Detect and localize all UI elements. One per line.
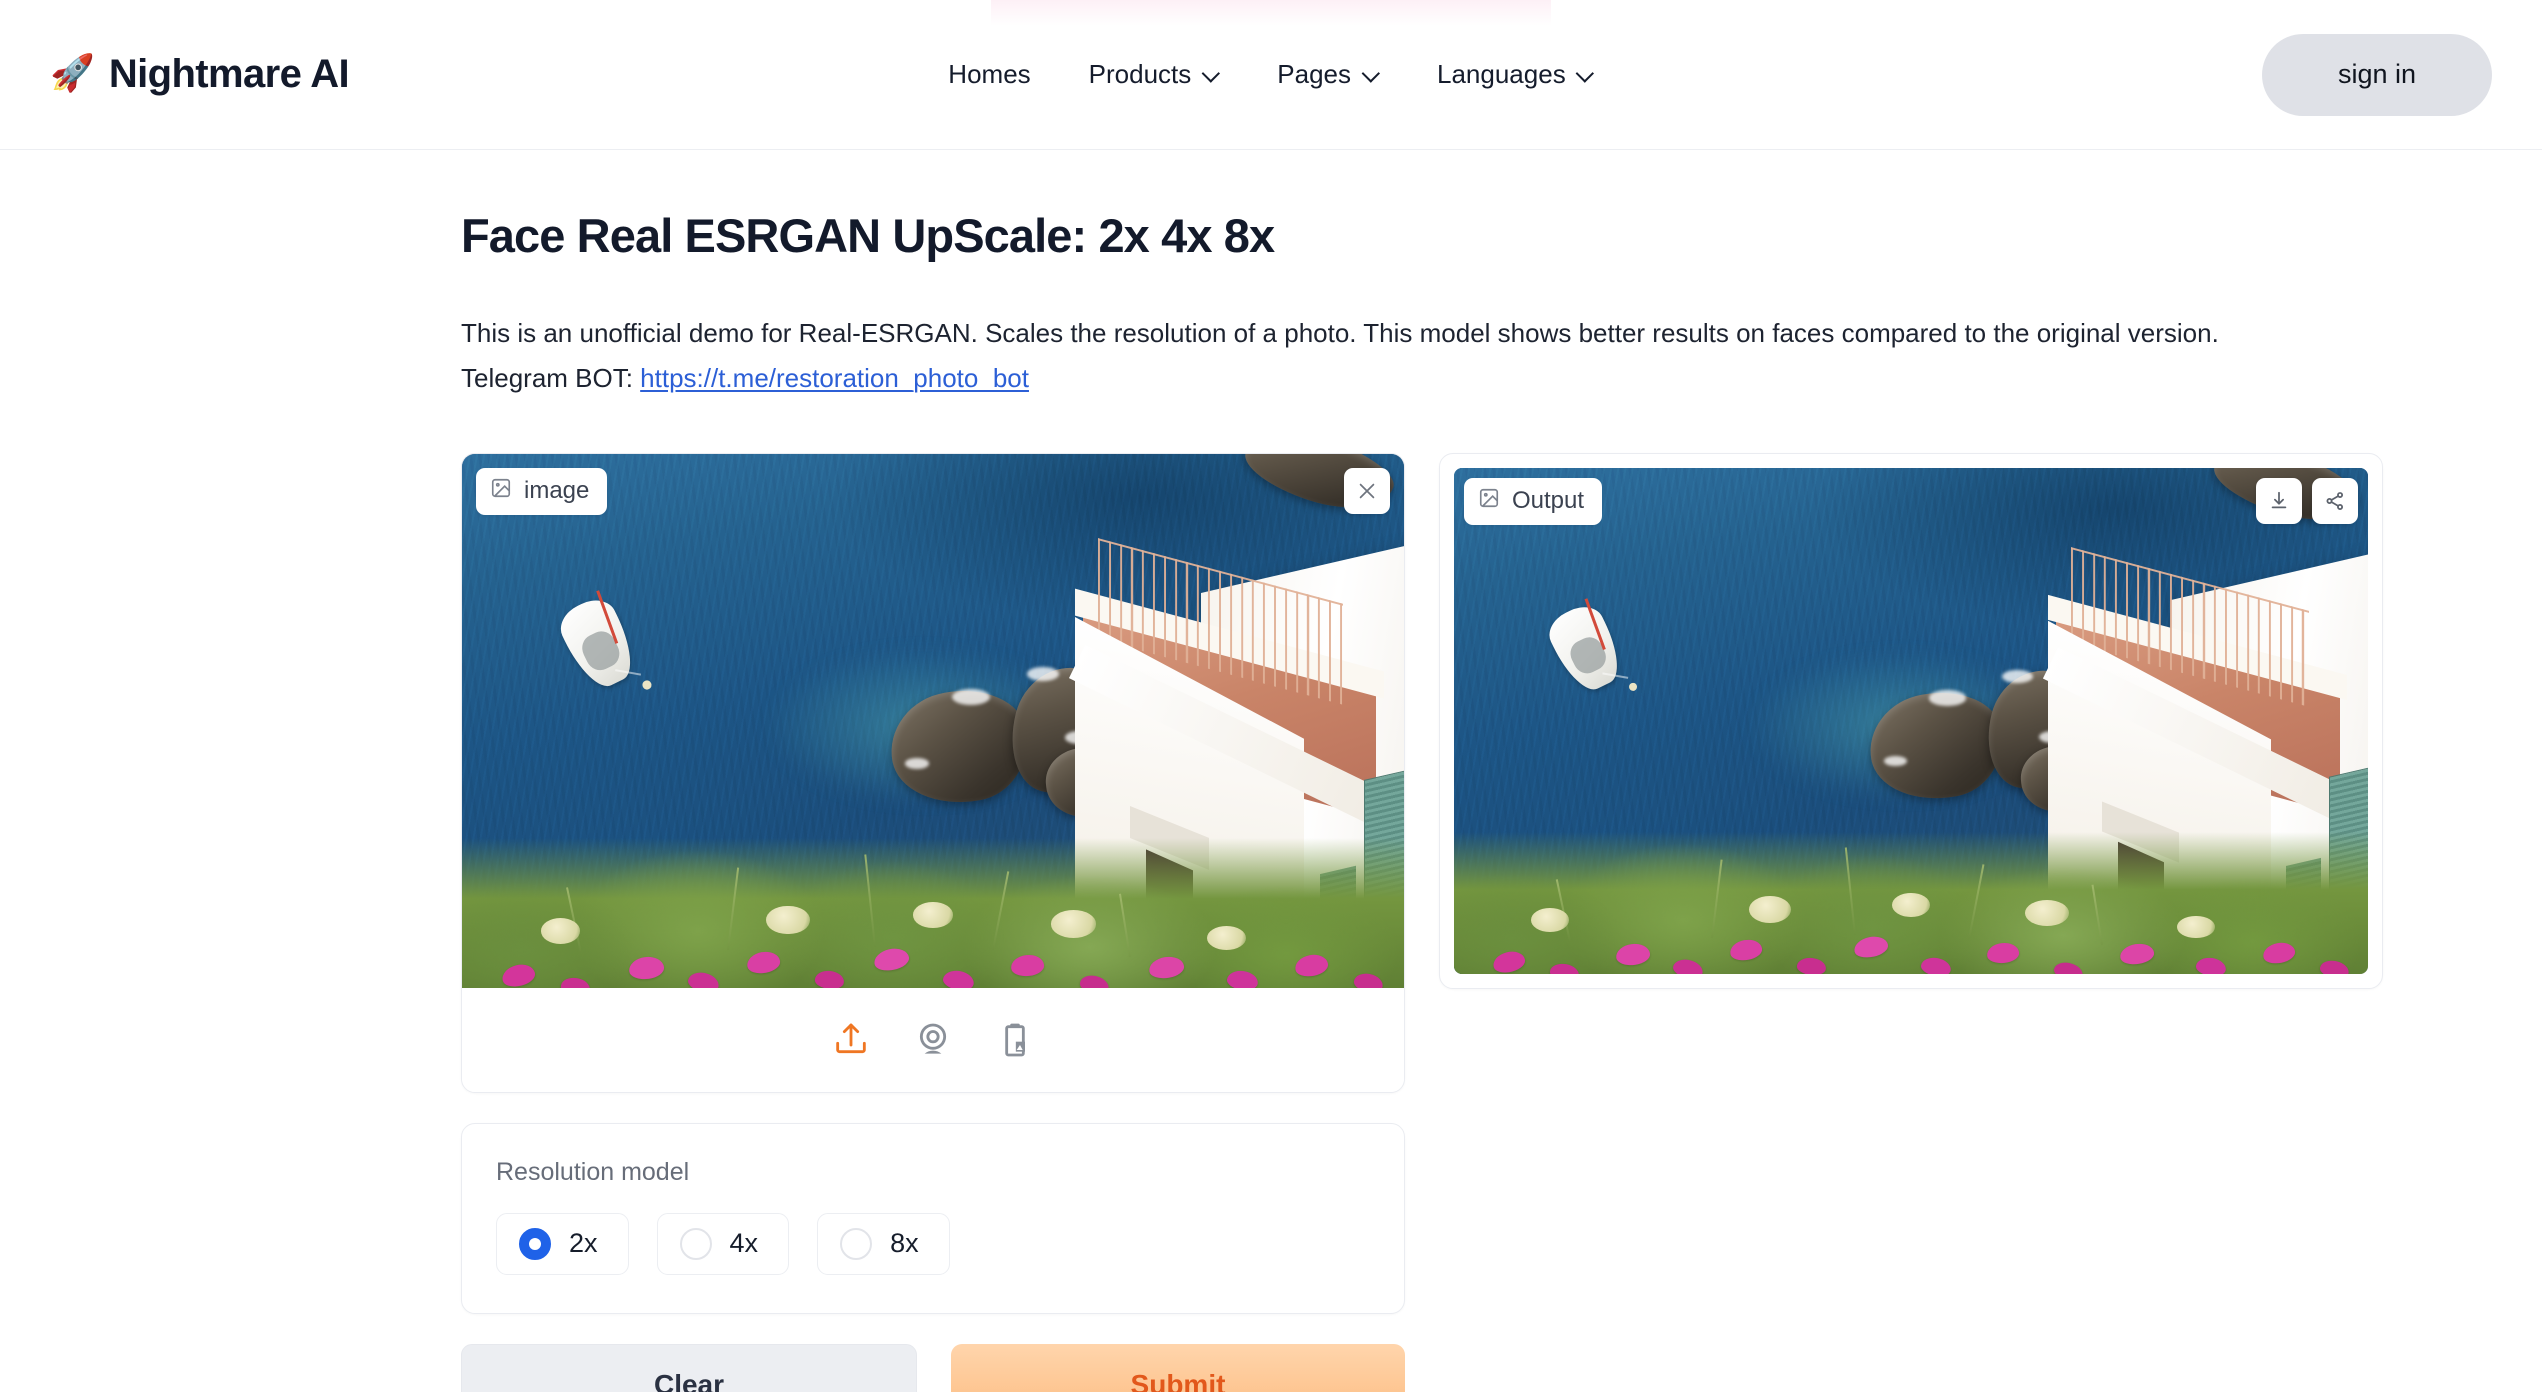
bougainvillea-flowers: [1454, 832, 2368, 974]
settings-card: Resolution model 2x 4x 8x: [461, 1122, 1405, 1314]
brand-name: Nightmare AI: [108, 52, 350, 96]
input-image-toolbar: [462, 987, 1404, 1092]
chevron-down-icon: [1578, 65, 1594, 81]
page-description: This is an unofficial demo for Real-ESRG…: [461, 315, 2261, 397]
radio-label: 4x: [729, 1228, 759, 1259]
chevron-down-icon: [1363, 65, 1379, 81]
description-line-2: Telegram BOT: https://t.me/restoration_p…: [461, 360, 2261, 397]
radio-option-4x[interactable]: 4x: [656, 1212, 790, 1275]
nav-label: Products: [1088, 59, 1192, 89]
page-title: Face Real ESRGAN UpScale: 2x 4x 8x: [461, 209, 1275, 262]
panels-row: image Resolution model 2x 4x 8x Clear Su…: [461, 452, 2391, 1392]
sign-in-button[interactable]: sign in: [2262, 33, 2492, 116]
input-image-badge: image: [476, 467, 608, 515]
main-nav: Homes Products Pages Languages: [948, 59, 1593, 90]
bougainvillea-flowers: [462, 838, 1404, 988]
description-line-1: This is an unofficial demo for Real-ESRG…: [461, 318, 2219, 348]
telegram-label: Telegram BOT:: [461, 362, 641, 393]
output-corner-tools: [2256, 477, 2358, 524]
input-column: image Resolution model 2x 4x 8x Clear Su…: [461, 452, 1405, 1392]
upload-icon[interactable]: [831, 1020, 871, 1060]
input-badge-label: image: [524, 477, 590, 505]
image-icon: [490, 477, 512, 506]
clipboard-image-icon[interactable]: [995, 1020, 1035, 1060]
output-image-stage[interactable]: Output: [1454, 467, 2368, 974]
nav-label: Homes: [948, 59, 1031, 89]
telegram-bot-link[interactable]: https://t.me/restoration_photo_bot: [640, 363, 1029, 393]
output-card: Output: [1439, 452, 2383, 989]
output-badge-label: Output: [1512, 487, 1585, 515]
nav-item-pages[interactable]: Pages: [1277, 59, 1379, 90]
site-header: 🚀 Nightmare AI Homes Products Pages Lang…: [0, 0, 2542, 150]
webcam-icon[interactable]: [913, 1020, 953, 1060]
nav-label: Pages: [1277, 59, 1352, 89]
rocket-icon: 🚀: [50, 51, 95, 93]
input-image-card: image: [461, 452, 1405, 1093]
nav-item-products[interactable]: Products: [1089, 59, 1220, 90]
nav-item-homes[interactable]: Homes: [948, 59, 1030, 90]
submit-button[interactable]: Submit: [951, 1343, 1405, 1392]
input-image-stage[interactable]: image: [462, 453, 1404, 988]
radio-dot: [840, 1227, 873, 1260]
page-body: Face Real ESRGAN UpScale: 2x 4x 8x This …: [0, 150, 2542, 1392]
radio-option-8x[interactable]: 8x: [817, 1212, 950, 1275]
image-icon: [1478, 487, 1500, 516]
clear-button[interactable]: Clear: [461, 1343, 917, 1392]
nav-item-languages[interactable]: Languages: [1437, 59, 1594, 90]
nav-label: Languages: [1437, 59, 1566, 89]
coastal-photo: [462, 453, 1404, 988]
action-buttons: Clear Submit: [461, 1343, 1405, 1392]
output-column: Output: [1439, 452, 2383, 989]
radio-option-2x[interactable]: 2x: [496, 1212, 629, 1275]
chevron-down-icon: [1203, 65, 1219, 81]
resolution-radio-group: 2x 4x 8x: [496, 1212, 1370, 1275]
download-icon[interactable]: [2256, 477, 2302, 524]
close-icon[interactable]: [1344, 467, 1390, 514]
radio-label: 8x: [890, 1228, 919, 1259]
resolution-model-label: Resolution model: [496, 1157, 690, 1186]
output-image-badge: Output: [1464, 477, 1603, 525]
share-icon[interactable]: [2312, 477, 2358, 524]
brand-logo[interactable]: 🚀 Nightmare AI: [50, 51, 350, 97]
coastal-photo-output: [1454, 467, 2368, 974]
radio-label: 2x: [569, 1228, 598, 1259]
input-corner-tools: [1344, 467, 1390, 514]
radio-dot: [519, 1227, 551, 1260]
radio-dot: [679, 1227, 712, 1260]
